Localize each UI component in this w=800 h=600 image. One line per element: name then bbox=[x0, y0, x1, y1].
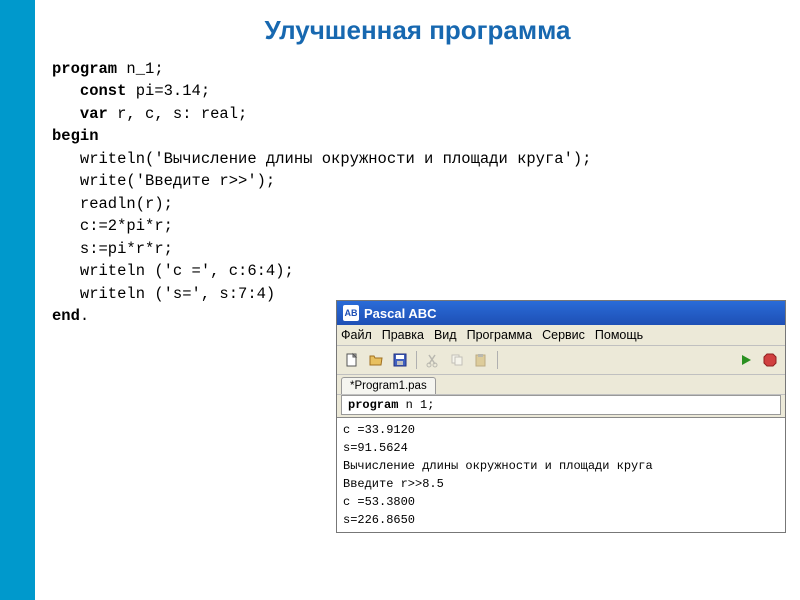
open-file-icon[interactable] bbox=[365, 349, 387, 371]
output-line: Вычисление длины окружности и площади кр… bbox=[343, 457, 779, 475]
menu-edit[interactable]: Правка bbox=[382, 328, 424, 342]
editor-area[interactable]: program n 1; bbox=[341, 395, 781, 415]
app-icon: AB bbox=[343, 305, 359, 321]
output-line: s=226.8650 bbox=[343, 511, 779, 529]
pascal-code-listing: program n_1; const pi=3.14; var r, c, s:… bbox=[52, 58, 592, 328]
slide-title: Улучшенная программа bbox=[35, 15, 800, 46]
menu-file[interactable]: Файл bbox=[341, 328, 372, 342]
editor-tabs: *Program1.pas bbox=[337, 375, 785, 395]
menu-program[interactable]: Программа bbox=[467, 328, 533, 342]
toolbar-separator bbox=[497, 351, 498, 369]
kw-program: program bbox=[52, 60, 117, 78]
save-file-icon[interactable] bbox=[389, 349, 411, 371]
output-line: Введите r>>8.5 bbox=[343, 475, 779, 493]
run-icon[interactable] bbox=[735, 349, 757, 371]
toolbar bbox=[337, 346, 785, 375]
menu-help[interactable]: Помощь bbox=[595, 328, 643, 342]
left-accent-bar bbox=[0, 0, 35, 600]
kw-var: var bbox=[52, 105, 108, 123]
stop-icon[interactable] bbox=[759, 349, 781, 371]
window-title: Pascal ABC bbox=[364, 306, 437, 321]
editor-kw: program bbox=[348, 398, 398, 412]
menu-bar: Файл Правка Вид Программа Сервис Помощь bbox=[337, 325, 785, 346]
editor-tab[interactable]: *Program1.pas bbox=[341, 377, 436, 394]
output-line: c =33.9120 bbox=[343, 421, 779, 439]
paste-icon[interactable] bbox=[470, 349, 492, 371]
window-titlebar[interactable]: AB Pascal ABC bbox=[337, 301, 785, 325]
kw-begin: begin bbox=[52, 127, 99, 145]
toolbar-separator bbox=[416, 351, 417, 369]
output-panel: c =33.9120 s=91.5624 Вычисление длины ок… bbox=[337, 417, 785, 532]
menu-view[interactable]: Вид bbox=[434, 328, 457, 342]
kw-const: const bbox=[52, 82, 126, 100]
pascal-abc-window: AB Pascal ABC Файл Правка Вид Программа … bbox=[336, 300, 786, 533]
new-file-icon[interactable] bbox=[341, 349, 363, 371]
copy-icon[interactable] bbox=[446, 349, 468, 371]
menu-service[interactable]: Сервис bbox=[542, 328, 585, 342]
output-line: s=91.5624 bbox=[343, 439, 779, 457]
output-line: c =53.3800 bbox=[343, 493, 779, 511]
cut-icon[interactable] bbox=[422, 349, 444, 371]
kw-end: end bbox=[52, 307, 80, 325]
